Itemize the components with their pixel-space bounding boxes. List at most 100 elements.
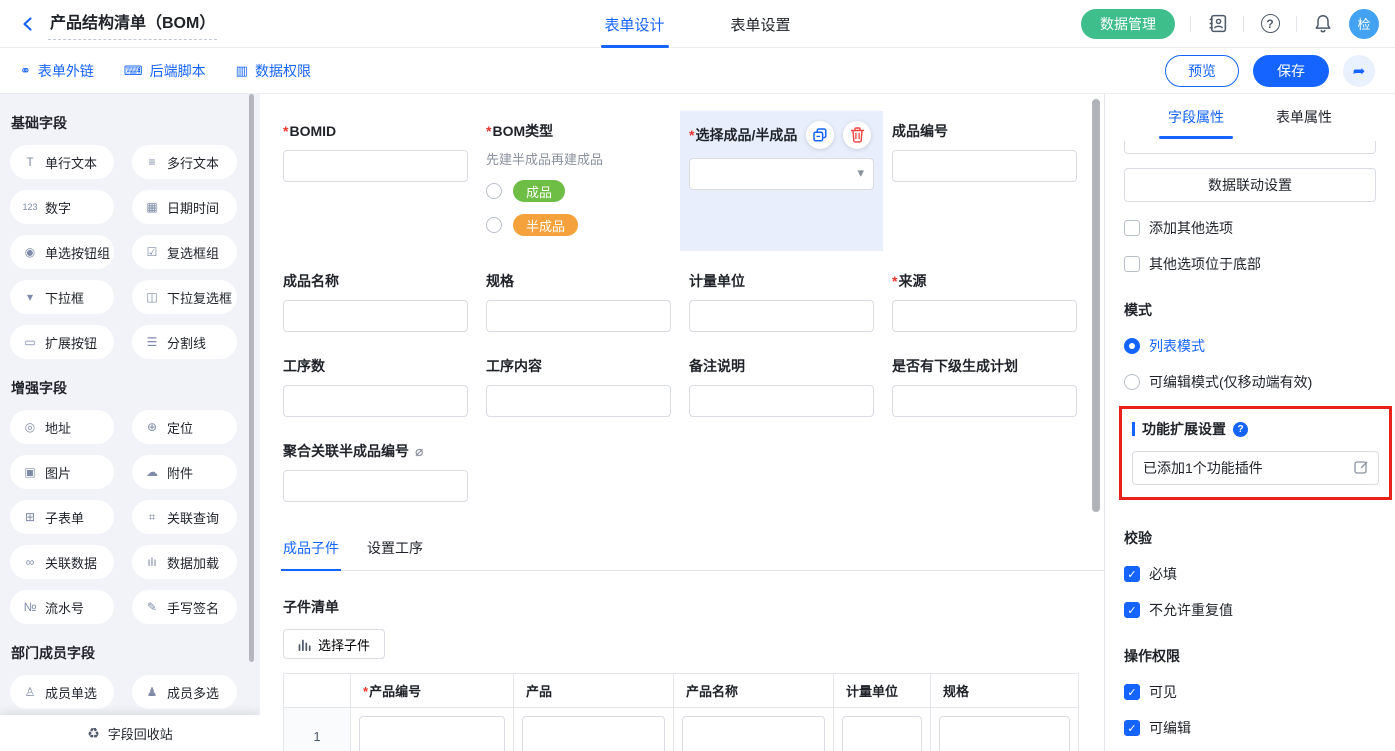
cell-product-name-input[interactable]: [682, 716, 825, 751]
avatar[interactable]: 检: [1349, 9, 1379, 39]
field-spec[interactable]: 规格: [477, 271, 680, 332]
copy-field-button[interactable]: [806, 121, 834, 149]
field-chip-datetime[interactable]: ▦日期时间: [132, 190, 237, 224]
cutoff-input[interactable]: [1124, 141, 1376, 154]
field-chip-relate-query[interactable]: ⌗关联查询: [132, 500, 237, 534]
field-process-content[interactable]: 工序内容: [477, 356, 680, 417]
field-chip-location[interactable]: ⊕定位: [132, 410, 237, 444]
cell-spec-input[interactable]: [939, 716, 1070, 751]
tab-form-properties[interactable]: 表单属性: [1267, 107, 1341, 139]
field-chip-serial-number[interactable]: №流水号: [10, 590, 114, 624]
field-chip-image[interactable]: ▣图片: [10, 455, 114, 489]
process-count-input[interactable]: [283, 385, 468, 417]
field-bomid[interactable]: *BOMID: [274, 111, 477, 251]
field-library-sidebar: 基础字段 T单行文本 ≡多行文本 123数字 ▦日期时间 ◉单选按钮组 ☑复选框…: [0, 94, 260, 751]
field-chip-radio-group[interactable]: ◉单选按钮组: [10, 235, 114, 269]
cell-product-code-input[interactable]: [359, 716, 505, 751]
field-aggregate-semi-code[interactable]: 聚合关联半成品编号⌀: [274, 441, 477, 502]
field-product-name[interactable]: 成品名称: [274, 271, 477, 332]
cell-unit-input[interactable]: [842, 716, 922, 751]
divider: [1190, 16, 1191, 32]
spec-input[interactable]: [486, 300, 671, 332]
tag-finished-product[interactable]: 成品: [513, 180, 565, 202]
field-source[interactable]: *来源: [883, 271, 1086, 332]
contacts-icon[interactable]: [1206, 13, 1228, 35]
select-product-dropdown[interactable]: ▾: [689, 158, 874, 190]
delete-field-button[interactable]: [843, 121, 871, 149]
aggregate-semi-code-input[interactable]: [283, 470, 468, 502]
field-chip-checkbox-group[interactable]: ☑复选框组: [132, 235, 237, 269]
field-chip-multi-dropdown[interactable]: ◫下拉复选框: [132, 280, 237, 314]
process-content-input[interactable]: [486, 385, 671, 417]
edit-icon[interactable]: [1354, 460, 1368, 477]
checkbox-editable[interactable]: 可编辑: [1124, 718, 1376, 738]
tab-set-process[interactable]: 设置工序: [367, 538, 423, 570]
field-chip-data-load[interactable]: ılı数据加载: [132, 545, 237, 579]
field-process-count[interactable]: 工序数: [274, 356, 477, 417]
field-chip-attachment[interactable]: ☁附件: [132, 455, 237, 489]
sidebar-scrollbar[interactable]: [249, 94, 254, 662]
form-design-canvas: *BOMID *BOM类型 先建半成品再建成品 成品 半成品: [260, 94, 1104, 751]
field-chip-signature[interactable]: ✎手写签名: [132, 590, 237, 624]
feature-plugin-field[interactable]: 已添加1个功能插件: [1132, 451, 1379, 485]
bomid-input[interactable]: [283, 150, 468, 182]
tab-field-properties[interactable]: 字段属性: [1159, 107, 1233, 139]
data-permission-link[interactable]: ▥ 数据权限: [236, 61, 311, 81]
field-chip-single-line-text[interactable]: T单行文本: [10, 145, 114, 179]
unit-input[interactable]: [689, 300, 874, 332]
field-chip-multi-line-text[interactable]: ≡多行文本: [132, 145, 237, 179]
cell-product-name: [674, 708, 834, 751]
share-button[interactable]: ➦: [1343, 55, 1375, 87]
field-chip-member-multi[interactable]: ♟成员多选: [132, 675, 237, 709]
back-icon[interactable]: [16, 12, 40, 36]
field-chip-relate-data[interactable]: ∞关联数据: [10, 545, 114, 579]
checkbox-required[interactable]: 必填: [1124, 564, 1376, 584]
tab-form-design[interactable]: 表单设计: [604, 0, 664, 48]
field-chip-extend-button[interactable]: ▭扩展按钮: [10, 325, 114, 359]
backend-script-link[interactable]: ⌨ 后端脚本: [124, 61, 206, 81]
field-chip-member-single[interactable]: ♙成员单选: [10, 675, 114, 709]
field-chip-number[interactable]: 123数字: [10, 190, 114, 224]
field-unit[interactable]: 计量单位: [680, 271, 883, 332]
field-recycle-bin[interactable]: ♻ 字段回收站: [0, 715, 260, 751]
source-input[interactable]: [892, 300, 1077, 332]
help-badge-icon[interactable]: [1233, 422, 1248, 437]
cell-product-input[interactable]: [522, 716, 665, 751]
form-external-link[interactable]: ⚭ 表单外链: [20, 61, 94, 81]
checkbox-add-other-option[interactable]: 添加其他选项: [1124, 218, 1376, 238]
checkbox-other-option-bottom[interactable]: 其他选项位于底部: [1124, 254, 1376, 274]
bell-icon[interactable]: [1312, 13, 1334, 35]
field-chip-dropdown[interactable]: ▾下拉框: [10, 280, 114, 314]
radio-editable-mode[interactable]: 可编辑模式(仅移动端有效): [1124, 372, 1376, 392]
product-code-input[interactable]: [892, 150, 1077, 182]
canvas-scrollbar[interactable]: [1092, 99, 1100, 512]
checkbox-no-duplicate[interactable]: 不允许重复值: [1124, 600, 1376, 620]
tag-semi-finished-product[interactable]: 半成品: [513, 214, 578, 236]
product-name-input[interactable]: [283, 300, 468, 332]
field-select-product-selected[interactable]: *选择成品/半成品 ▾: [680, 111, 883, 251]
data-linkage-button[interactable]: 数据联动设置: [1124, 168, 1376, 202]
remark-input[interactable]: [689, 385, 874, 417]
radio-list-mode[interactable]: 列表模式: [1124, 336, 1376, 356]
field-chip-address[interactable]: ◎地址: [10, 410, 114, 444]
save-button[interactable]: 保存: [1253, 55, 1329, 87]
checkbox-visible[interactable]: 可见: [1124, 682, 1376, 702]
bom-type-radio-finished[interactable]: [486, 183, 502, 199]
chain-link-icon: ∞: [22, 555, 38, 569]
data-manage-button[interactable]: 数据管理: [1081, 9, 1175, 39]
bom-type-radio-semi[interactable]: [486, 217, 502, 233]
tab-product-children[interactable]: 成品子件: [283, 538, 339, 570]
select-children-button[interactable]: 选择子件: [283, 629, 385, 659]
preview-button[interactable]: 预览: [1165, 55, 1239, 87]
tab-form-settings[interactable]: 表单设置: [731, 0, 791, 48]
button-icon: ▭: [22, 335, 38, 349]
has-sub-plan-input[interactable]: [892, 385, 1077, 417]
field-has-sub-plan[interactable]: 是否有下级生成计划: [883, 356, 1086, 417]
help-icon[interactable]: ?: [1259, 13, 1281, 35]
field-remark[interactable]: 备注说明: [680, 356, 883, 417]
field-product-code[interactable]: 成品编号: [883, 111, 1086, 251]
field-bom-type[interactable]: *BOM类型 先建半成品再建成品 成品 半成品: [477, 111, 680, 251]
field-chip-divider-line[interactable]: ☰分割线: [132, 325, 237, 359]
field-chip-subform[interactable]: ⊞子表单: [10, 500, 114, 534]
cell-spec: [931, 708, 1079, 751]
